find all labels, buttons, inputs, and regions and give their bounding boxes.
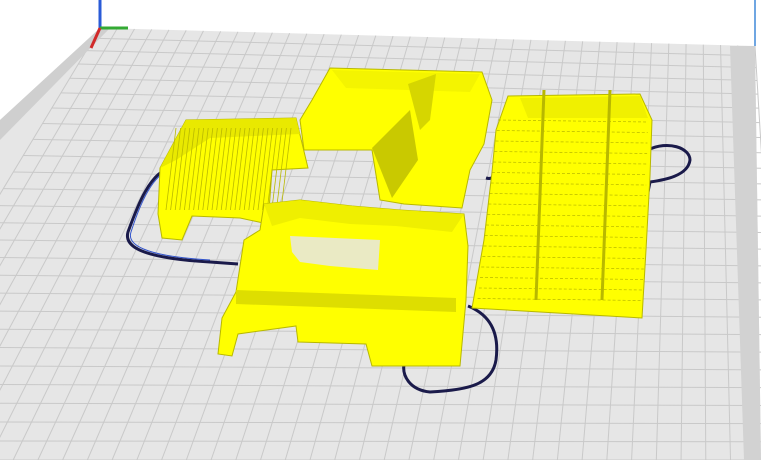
- 3d-viewport[interactable]: [0, 0, 761, 460]
- scene-canvas[interactable]: [0, 0, 761, 460]
- part-right-plate[interactable]: [471, 89, 653, 319]
